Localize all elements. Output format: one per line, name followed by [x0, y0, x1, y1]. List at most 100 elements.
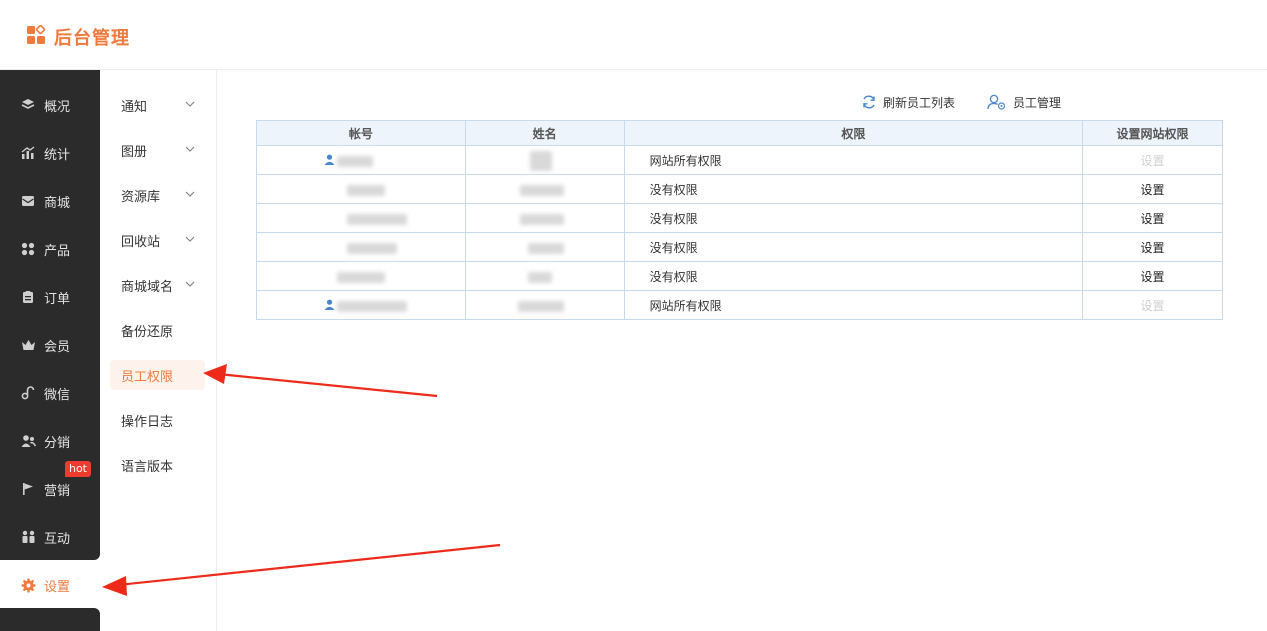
sidebar-item-overview[interactable]: 概况 — [0, 81, 100, 129]
app-title: 后台管理 — [54, 28, 130, 49]
submenu-item-recycle-bin[interactable]: 回收站 — [110, 225, 205, 255]
sidebar-item-label: 分销 — [44, 435, 71, 451]
submenu-item-language[interactable]: 语言版本 — [110, 450, 205, 480]
sidebar-item-wechat[interactable]: 微信 — [0, 369, 100, 417]
submenu-item-label: 资源库 — [121, 189, 161, 205]
arrow-to-staff-permissions — [203, 364, 438, 398]
top-bar: 后台管理 — [0, 0, 1267, 70]
permission-cell: 没有权限 — [623, 232, 1084, 262]
chevron-down-icon — [185, 98, 195, 113]
gear-icon — [20, 577, 36, 593]
permission-cell: 网站所有权限 — [623, 290, 1084, 320]
sidebar-item-stats[interactable]: 统计 — [0, 129, 100, 177]
set-permission-link[interactable]: 设置 — [1082, 203, 1223, 233]
account-cell-redacted — [256, 261, 466, 291]
chevron-down-icon — [185, 278, 195, 293]
sidebar-item-label: 统计 — [44, 147, 71, 163]
submenu-item-notifications[interactable]: 通知 — [110, 90, 205, 120]
redacted-text — [337, 301, 407, 312]
table-row: 网站所有权限 设置 — [256, 145, 1223, 175]
set-permission-link: 设置 — [1082, 145, 1223, 175]
redacted-text — [519, 185, 564, 196]
submenu-item-backup[interactable]: 备份还原 — [110, 315, 205, 345]
link-icon — [20, 385, 36, 401]
primary-sidebar: 概况 统计 商城 产品 订单 会员 微信 分销 hot 营销 互动 设置 — [0, 70, 100, 631]
set-permission-link[interactable]: 设置 — [1082, 174, 1223, 204]
submenu-item-domains[interactable]: 商城域名 — [110, 270, 205, 300]
sidebar-panel-bottom — [0, 608, 100, 631]
people-icon — [20, 529, 36, 545]
sidebar-item-products[interactable]: 产品 — [0, 225, 100, 273]
refresh-staff-list-button[interactable]: 刷新员工列表 — [861, 92, 955, 112]
sidebar-item-label: 概况 — [44, 99, 71, 115]
sidebar-item-label: 营销 — [44, 483, 71, 499]
name-cell-redacted — [464, 232, 625, 262]
sidebar-item-label: 微信 — [44, 387, 71, 403]
clipboard-icon — [20, 289, 36, 305]
account-cell-redacted — [256, 174, 466, 204]
redacted-text — [347, 243, 397, 254]
sidebar-item-orders[interactable]: 订单 — [0, 273, 100, 321]
chevron-down-icon — [185, 143, 195, 158]
redacted-text — [519, 214, 564, 225]
users-icon — [20, 433, 36, 449]
submenu-item-albums[interactable]: 图册 — [110, 135, 205, 165]
grid-icon — [20, 241, 36, 257]
redacted-text — [347, 185, 385, 196]
redacted-text — [527, 272, 552, 283]
redacted-text — [337, 156, 373, 167]
set-permission-link[interactable]: 设置 — [1082, 261, 1223, 291]
sidebar-item-mall[interactable]: 商城 — [0, 177, 100, 225]
account-cell-redacted — [256, 232, 466, 262]
table-row: 没有权限 设置 — [256, 232, 1223, 262]
set-permission-link[interactable]: 设置 — [1082, 232, 1223, 262]
user-settings-icon — [987, 94, 1007, 110]
submenu-item-label: 图册 — [121, 144, 148, 160]
column-header-name: 姓名 — [464, 120, 625, 146]
logo[interactable]: 后台管理 — [26, 24, 130, 50]
settings-submenu: 通知 图册 资源库 回收站 商城域名 备份还原 员工权限 操作日志 语言版本 — [100, 70, 217, 631]
submenu-item-resources[interactable]: 资源库 — [110, 180, 205, 210]
submenu-item-label: 回收站 — [121, 234, 161, 250]
sidebar-item-settings[interactable]: 设置 — [0, 561, 100, 609]
submenu-item-label: 语言版本 — [121, 459, 174, 475]
table-row: 没有权限 设置 — [256, 174, 1223, 204]
redacted-text — [529, 151, 552, 171]
column-header-account: 帐号 — [256, 120, 466, 146]
staff-management-button[interactable]: 员工管理 — [987, 92, 1061, 112]
sidebar-item-label: 设置 — [44, 579, 71, 595]
table-header-row: 帐号 姓名 权限 设置网站权限 — [256, 120, 1223, 146]
sidebar-item-label: 会员 — [44, 339, 71, 355]
name-cell-redacted — [464, 290, 625, 320]
table-row: 网站所有权限 设置 — [256, 290, 1223, 320]
sidebar-item-interaction[interactable]: 互动 — [0, 513, 100, 561]
name-cell-redacted — [464, 145, 625, 175]
layers-icon — [20, 97, 36, 113]
account-cell-redacted — [256, 145, 466, 175]
submenu-item-label: 备份还原 — [121, 324, 174, 340]
redacted-text — [527, 243, 564, 254]
staff-management-label: 员工管理 — [1013, 95, 1062, 110]
redacted-text — [517, 301, 564, 312]
staff-permissions-table: 帐号 姓名 权限 设置网站权限 网站所有权限 设置 没有权限 设置 没有权限 设… — [256, 120, 1223, 320]
permission-cell: 没有权限 — [623, 203, 1084, 233]
sidebar-item-distribution[interactable]: 分销 — [0, 417, 100, 465]
submenu-item-label: 商城域名 — [121, 279, 174, 295]
permission-cell: 没有权限 — [623, 174, 1084, 204]
refresh-staff-list-label: 刷新员工列表 — [883, 95, 956, 110]
submenu-item-staff-permissions[interactable]: 员工权限 — [110, 360, 205, 390]
submenu-item-operation-log[interactable]: 操作日志 — [110, 405, 205, 435]
table-row: 没有权限 设置 — [256, 203, 1223, 233]
submenu-item-label: 操作日志 — [121, 414, 174, 430]
submenu-item-label: 员工权限 — [121, 369, 174, 385]
column-header-set-site-permission: 设置网站权限 — [1082, 120, 1223, 146]
admin-user-icon — [324, 299, 335, 313]
permission-cell: 没有权限 — [623, 261, 1084, 291]
sidebar-item-marketing[interactable]: 营销 — [0, 465, 100, 513]
account-cell-redacted — [256, 203, 466, 233]
set-permission-link: 设置 — [1082, 290, 1223, 320]
sidebar-item-members[interactable]: 会员 — [0, 321, 100, 369]
name-cell-redacted — [464, 203, 625, 233]
permission-cell: 网站所有权限 — [623, 145, 1084, 175]
name-cell-redacted — [464, 261, 625, 291]
